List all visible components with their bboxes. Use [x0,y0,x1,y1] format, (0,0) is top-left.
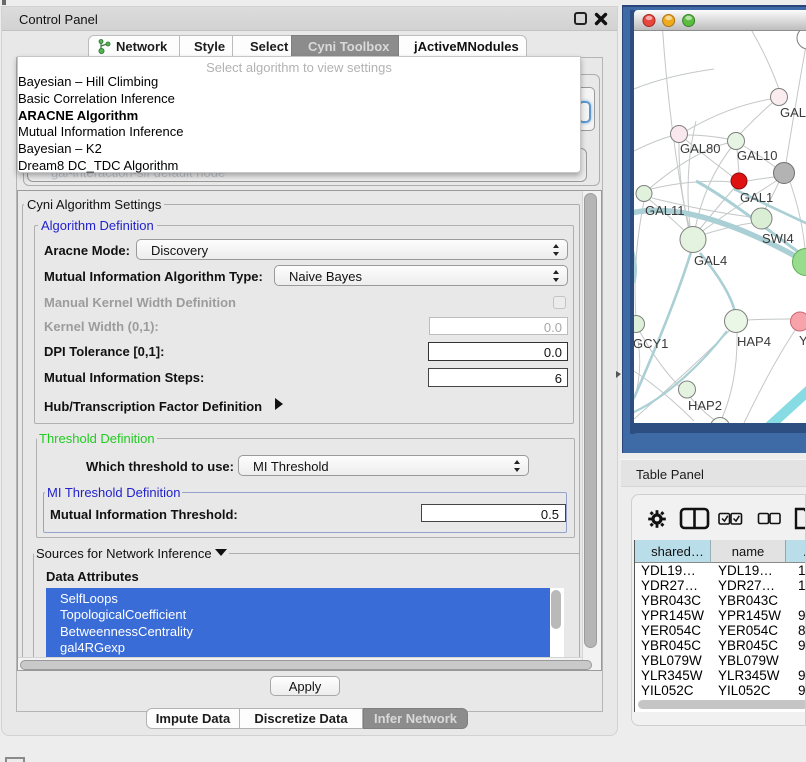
svg-text:HAP2: HAP2 [688,398,722,413]
svg-text:YEL: YEL [799,333,806,348]
svg-text:GCY1: GCY1 [634,336,668,351]
svg-text:GAL80: GAL80 [680,141,720,156]
svg-text:GAL11: GAL11 [645,203,685,218]
svg-text:SWI4: SWI4 [762,231,794,246]
svg-text:HAP4: HAP4 [737,334,771,349]
svg-text:GAL4: GAL4 [694,253,727,268]
svg-text:GAL1: GAL1 [740,190,773,205]
svg-text:GAL10: GAL10 [737,148,777,163]
svg-text:GAL2: GAL2 [780,105,806,120]
